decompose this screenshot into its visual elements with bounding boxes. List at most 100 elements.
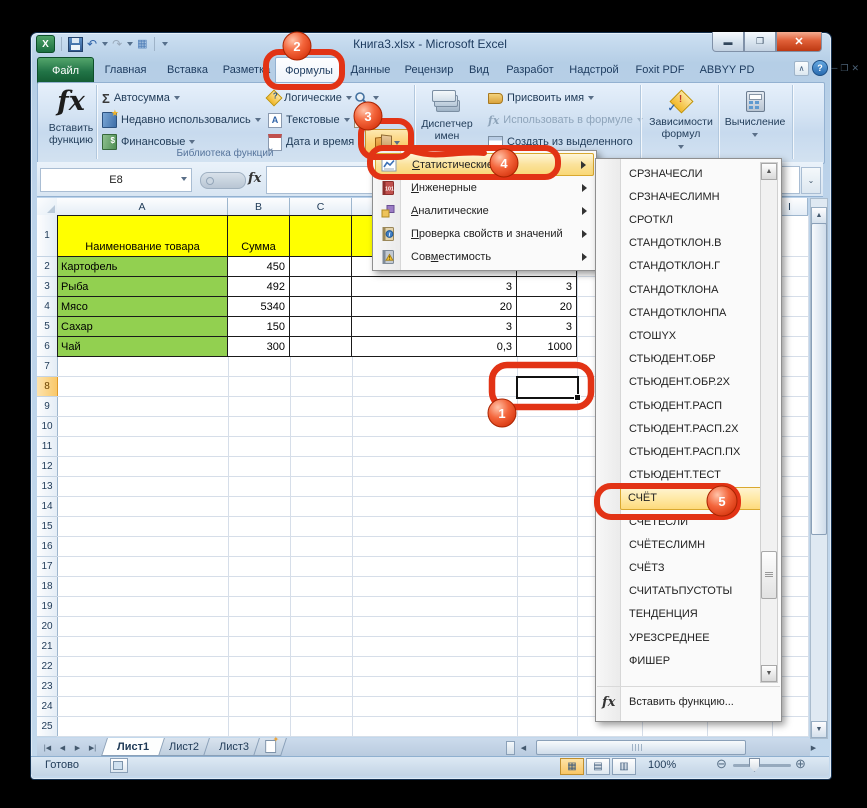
function-item[interactable]: СТЬЮДЕНТ.ОБР [622,348,759,371]
table-row-name[interactable]: Мясо [57,297,228,317]
insert-function-menu-item[interactable]: fx Вставить функцию... [596,689,781,715]
function-item[interactable]: СЧЁТЗ [622,556,759,579]
tab-foxit-pdf[interactable]: Foxit PDF [626,57,694,82]
table-row-empty-cell[interactable] [290,317,352,337]
row-header-13[interactable]: 13 [37,477,58,497]
row-header-11[interactable]: 11 [37,437,58,457]
maximize-button[interactable]: ❐ [744,32,776,52]
text-functions-button[interactable]: A Текстовые [268,110,350,130]
save-icon[interactable] [68,37,83,52]
formula-bar-expand-icon[interactable]: ⌄ [801,167,821,194]
row-header-15[interactable]: 15 [37,517,58,537]
submenu-scroll-up-icon[interactable]: ▲ [761,163,777,180]
column-header-c[interactable]: C [290,198,352,216]
horizontal-scroll-thumb[interactable] [536,740,746,755]
lookup-reference-button[interactable] [354,88,379,108]
row-header-21[interactable]: 21 [37,637,58,657]
function-item-highlighted[interactable]: СЧЁТ [620,487,765,510]
row-header-16[interactable]: 16 [37,537,58,557]
row-header-18[interactable]: 18 [37,577,58,597]
table-row-value-d[interactable]: 3 [352,317,517,337]
table-row-name[interactable]: Рыба [57,277,228,297]
function-item[interactable]: СТАНДОТКЛОН.Г [622,255,759,278]
row-header-14[interactable]: 14 [37,497,58,517]
submenu-scroll-thumb[interactable] [761,551,777,599]
menu-item-information[interactable]: iПроверка свойств и значений [375,223,594,246]
tab-split-handle[interactable] [506,741,515,755]
tab-addins[interactable]: Надстрой [562,57,626,82]
column-header-b[interactable]: B [228,198,290,216]
function-item[interactable]: СРЗНАЧЕСЛИМН [622,185,759,208]
tab-data[interactable]: Данные [343,57,398,82]
menu-item-statistical[interactable]: Статистические [375,153,594,176]
tab-insert[interactable]: Вставка [157,57,218,82]
function-item[interactable]: СТОШYX [622,324,759,347]
table-row-sum[interactable]: 300 [228,337,290,357]
workbook-close-icon[interactable]: ✕ [851,63,859,74]
minimize-button[interactable]: ▬ [712,32,744,52]
function-item[interactable]: СРОТКЛ [622,208,759,231]
define-name-button[interactable]: Присвоить имя [488,88,594,108]
scroll-down-icon[interactable]: ▼ [811,721,827,738]
hscroll-left-icon[interactable]: ◀ [516,740,531,755]
table-row-value-d[interactable]: 3 [352,277,517,297]
function-item[interactable]: ФИШЕР [622,649,759,672]
function-item[interactable]: УРЕЗСРЕДНЕЕ [622,626,759,649]
table-row-sum[interactable]: 150 [228,317,290,337]
table-header-cell[interactable]: Сумма [228,215,290,257]
menu-item-analytical[interactable]: Аналитические [375,199,594,222]
table-row-sum[interactable]: 450 [228,257,290,277]
vertical-scrollbar[interactable]: ▲ ▼ [810,198,828,739]
column-header-a[interactable]: A [57,198,228,216]
row-header-3[interactable]: 3 [37,277,58,297]
table-row-value-e[interactable]: 3 [517,277,577,297]
table-header-cell[interactable]: Наименование товара [57,215,228,257]
calculation-button[interactable]: Вычисление [722,86,788,140]
table-header-cell[interactable] [290,215,352,257]
row-header-8[interactable]: 8 [37,377,58,397]
function-item[interactable]: СТЬЮДЕНТ.ТЕСТ [622,464,759,487]
page-break-view-icon[interactable]: ▥ [612,758,636,775]
table-row-name[interactable]: Картофель [57,257,228,277]
submenu-scrollbar[interactable]: ▲ ▼ [760,162,778,683]
close-button[interactable]: ✕ [776,32,822,52]
menu-item-engineering[interactable]: 101Инженерные [375,176,594,199]
row-header-1[interactable]: 1 [37,215,58,257]
selected-cell-e8[interactable] [516,376,579,399]
row-header-19[interactable]: 19 [37,597,58,617]
table-row-empty-cell[interactable] [290,337,352,357]
function-item[interactable]: СТАНДОТКЛОН.В [622,232,759,255]
hscroll-right-icon[interactable]: ▶ [806,740,821,755]
insert-worksheet-button[interactable] [253,738,287,756]
tab-developer[interactable]: Разработ [498,57,562,82]
name-manager-button[interactable]: Диспетчер имен [416,86,478,142]
recent-functions-button[interactable]: ★ Недавно использовались [102,110,261,130]
table-row-name[interactable]: Сахар [57,317,228,337]
function-item[interactable]: СРЗНАЧЕСЛИ [622,162,759,185]
tab-formulas[interactable]: Формулы [275,57,343,83]
function-item[interactable]: СТАНДОТКЛОНПА [622,301,759,324]
row-header-20[interactable]: 20 [37,617,58,637]
row-header-9[interactable]: 9 [37,397,58,417]
table-row-value-d[interactable]: 20 [352,297,517,317]
row-header-10[interactable]: 10 [37,417,58,437]
function-item[interactable]: СЧЁТЕСЛИ [622,510,759,533]
insert-function-fx-icon[interactable]: fx [248,171,261,186]
row-header-25[interactable]: 25 [37,717,58,737]
undo-dropdown-arrow[interactable] [102,42,108,46]
function-item[interactable]: ТЕНДЕНЦИЯ [622,603,759,626]
name-box-dropdown-arrow[interactable] [176,168,191,190]
normal-view-icon[interactable]: ▦ [560,758,584,775]
function-item[interactable]: СТЬЮДЕНТ.ОБР.2X [622,371,759,394]
row-header-17[interactable]: 17 [37,557,58,577]
submenu-scroll-down-icon[interactable]: ▼ [761,665,777,682]
table-row-sum[interactable]: 492 [228,277,290,297]
tab-home[interactable]: Главная [94,57,157,82]
zoom-out-icon[interactable]: ⊖ [716,757,727,770]
table-row-empty-cell[interactable] [290,277,352,297]
table-row-value-e[interactable]: 20 [517,297,577,317]
row-header-5[interactable]: 5 [37,317,58,337]
autosum-button[interactable]: Σ Автосумма [102,88,180,108]
macro-record-icon[interactable] [110,758,128,773]
row-header-22[interactable]: 22 [37,657,58,677]
